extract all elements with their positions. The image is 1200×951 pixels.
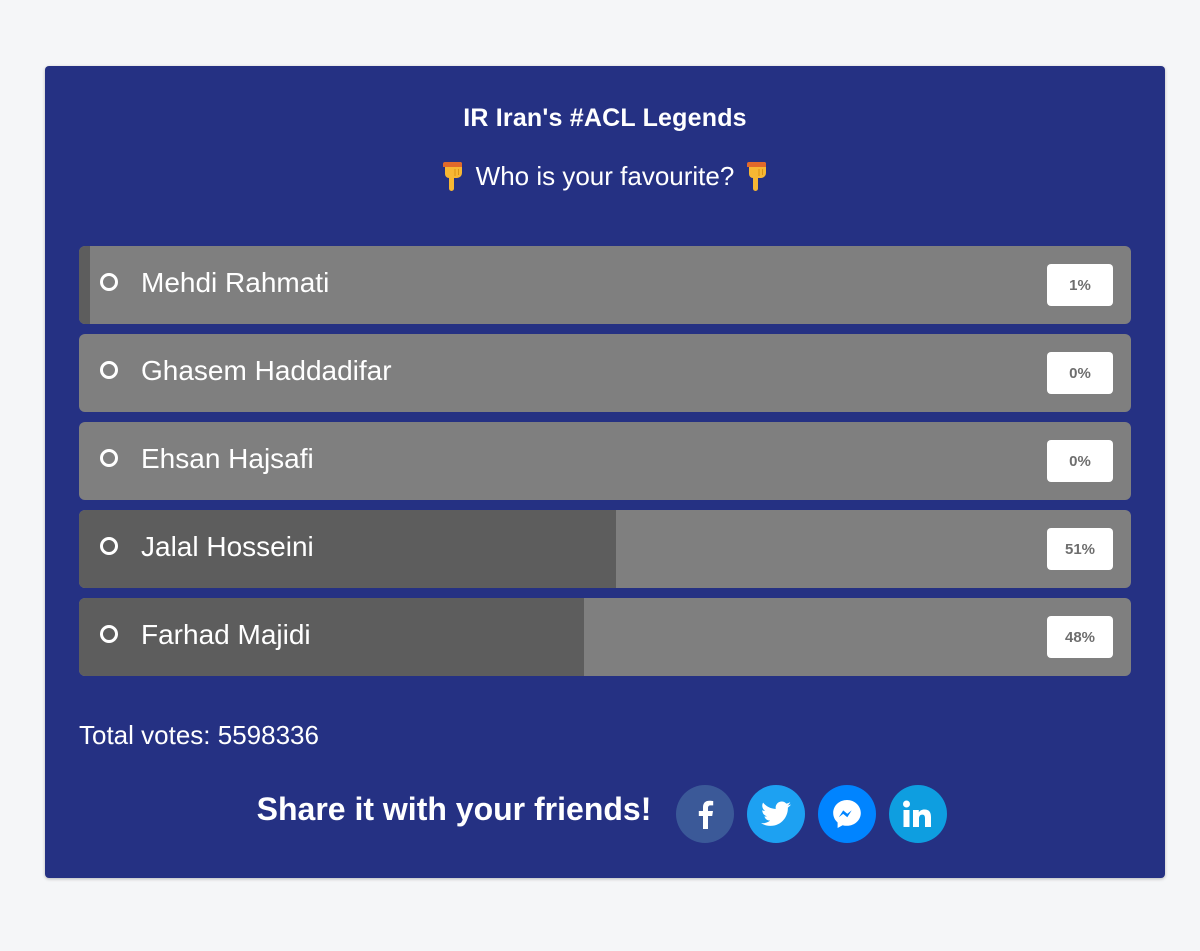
radio-button[interactable]: [100, 361, 118, 379]
linkedin-icon: [902, 800, 931, 827]
share-row: Share it with your friends!: [45, 782, 1165, 846]
twitter-share-button[interactable]: [746, 785, 805, 843]
poll-option-label: Farhad Majidi: [141, 619, 311, 650]
backhand-index-pointing-down-icon: [442, 162, 462, 191]
messenger-icon: [833, 800, 861, 828]
poll-option-percent-badge: 51%: [1047, 528, 1113, 570]
poll-option-label: Ehsan Hajsafi: [141, 443, 314, 474]
linkedin-share-button[interactable]: [888, 785, 947, 843]
poll-question: Who is your favourite?: [45, 160, 1165, 192]
radio-button[interactable]: [100, 449, 118, 467]
poll-options: Mehdi Rahmati 1% Ghasem Haddadifar 0% Eh…: [79, 246, 1131, 686]
radio-button[interactable]: [100, 625, 118, 643]
poll-option-percent-badge: 1%: [1047, 264, 1113, 306]
poll-option-percent-badge: 48%: [1047, 616, 1113, 658]
poll-option-label: Jalal Hosseini: [141, 531, 314, 562]
radio-button[interactable]: [100, 537, 118, 555]
poll-option-label: Mehdi Rahmati: [141, 267, 330, 298]
poll-option-percent-badge: 0%: [1047, 352, 1113, 394]
poll-option[interactable]: Jalal Hosseini 51%: [79, 510, 1131, 588]
poll-option-percent-badge: 0%: [1047, 440, 1113, 482]
poll-option[interactable]: Ehsan Hajsafi 0%: [79, 422, 1131, 500]
poll-card: IR Iran's #ACL Legends Who is your favou…: [45, 66, 1165, 878]
twitter-icon: [760, 801, 791, 826]
poll-option[interactable]: Ghasem Haddadifar 0%: [79, 334, 1131, 412]
facebook-share-button[interactable]: [675, 785, 734, 843]
backhand-index-pointing-down-icon: [747, 162, 767, 191]
poll-option-result-bar: [79, 246, 90, 324]
facebook-icon: [698, 800, 714, 829]
poll-title: IR Iran's #ACL Legends: [463, 104, 747, 132]
poll-option[interactable]: Mehdi Rahmati 1%: [79, 246, 1131, 324]
poll-question-text: Who is your favourite?: [475, 160, 735, 191]
share-text: Share it with your friends!: [256, 790, 652, 827]
radio-button[interactable]: [100, 273, 118, 291]
total-votes: Total votes: 5598336: [79, 720, 319, 750]
messenger-share-button[interactable]: [817, 785, 876, 843]
poll-option[interactable]: Farhad Majidi 48%: [79, 598, 1131, 676]
poll-option-label: Ghasem Haddadifar: [141, 355, 392, 386]
